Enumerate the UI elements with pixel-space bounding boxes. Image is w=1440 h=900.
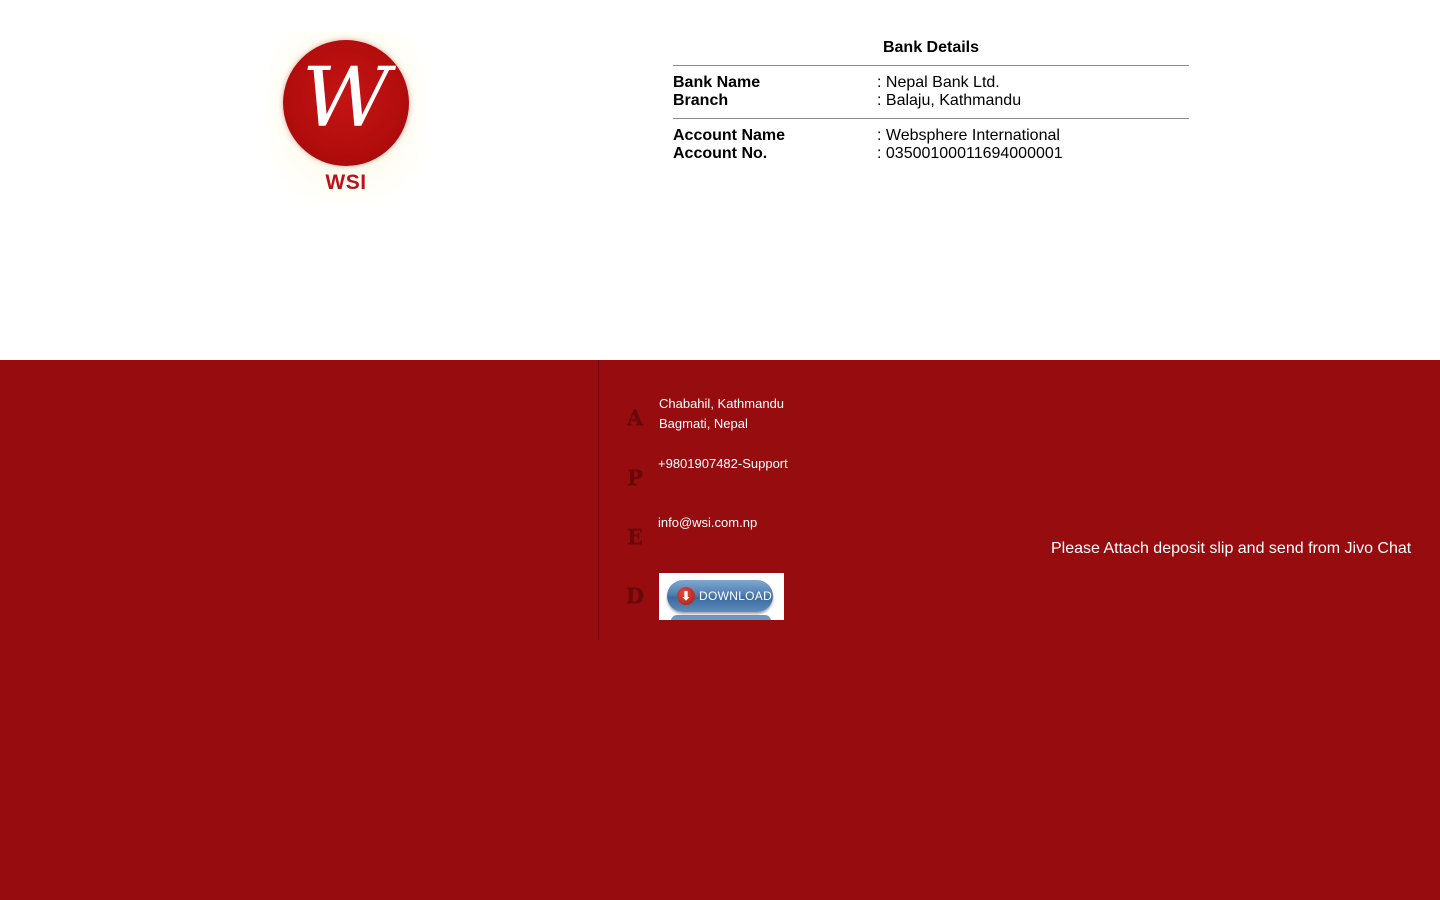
- account-name-value: : Websphere International: [877, 127, 1060, 144]
- email-link[interactable]: info@wsi.com.np: [658, 513, 757, 533]
- bank-name-value: : Nepal Bank Ltd.: [877, 74, 1000, 91]
- bank-details-title: Bank Details: [882, 39, 980, 56]
- footer-divider: [598, 360, 599, 640]
- branch-label: Branch: [673, 92, 729, 109]
- download-button-shadow: [671, 615, 771, 620]
- download-button[interactable]: ⬇ DOWNLOAD: [659, 573, 784, 620]
- bank-details: Bank Details Bank Name : Nepal Bank Ltd.…: [673, 38, 1189, 163]
- download-arrow-icon: ⬇: [677, 587, 695, 605]
- bank-row-account-no: Account No. : 03500100011694000001: [673, 145, 1189, 163]
- footer: A Chabahil, Kathmandu Bagmati, Nepal P +…: [0, 360, 1440, 900]
- email-icon: E: [626, 524, 643, 549]
- bank-row-branch: Branch : Balaju, Kathmandu: [673, 92, 1189, 110]
- address-icon: A: [626, 405, 644, 430]
- logo-emblem: W: [283, 40, 409, 166]
- divider: [673, 118, 1189, 119]
- deposit-notice: Please Attach deposit slip and send from…: [1051, 540, 1412, 557]
- download-icon: D: [625, 583, 645, 608]
- address-block: Chabahil, Kathmandu Bagmati, Nepal: [659, 394, 784, 434]
- account-name-label: Account Name: [673, 127, 786, 144]
- logo-text: WSI: [325, 171, 367, 194]
- divider: [673, 65, 1189, 66]
- page: W WSI Bank Details Bank Name : Nepal Ban…: [0, 0, 1440, 900]
- account-no-value: : 03500100011694000001: [877, 145, 1063, 162]
- phone-icon: P: [627, 465, 643, 490]
- account-no-label: Account No.: [673, 145, 768, 162]
- wsi-logo[interactable]: W WSI: [266, 32, 426, 204]
- branch-value: : Balaju, Kathmandu: [877, 92, 1022, 109]
- phone-number[interactable]: +9801907482-Support: [658, 454, 788, 474]
- bank-row-account-name: Account Name : Websphere International: [673, 127, 1189, 145]
- download-button-face: ⬇ DOWNLOAD: [667, 580, 773, 612]
- address-line-2: Bagmati, Nepal: [659, 416, 748, 431]
- logo-letter: W: [301, 51, 391, 146]
- address-line-1: Chabahil, Kathmandu: [659, 396, 785, 411]
- bank-name-label: Bank Name: [673, 74, 761, 91]
- bank-row-bank-name: Bank Name : Nepal Bank Ltd.: [673, 74, 1189, 92]
- top-section: W WSI Bank Details Bank Name : Nepal Ban…: [0, 0, 1440, 360]
- download-label: DOWNLOAD: [699, 589, 773, 603]
